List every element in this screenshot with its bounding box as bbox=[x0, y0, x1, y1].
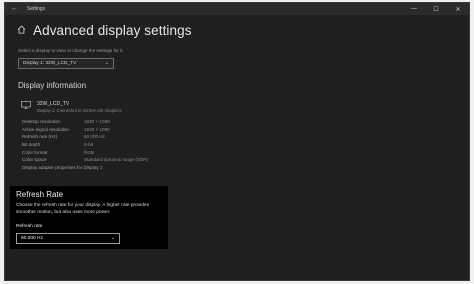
refresh-rate-value: 60.000 Hz bbox=[21, 236, 43, 241]
info-label: Color space bbox=[22, 157, 47, 163]
info-value: 8-bit bbox=[84, 142, 93, 148]
minimize-button[interactable]: — bbox=[403, 3, 425, 15]
window-title: Settings bbox=[27, 6, 46, 12]
display-select-value: Display 1: 32W_LCD_TV bbox=[23, 61, 77, 66]
info-value: 60.000 Hz bbox=[84, 134, 105, 140]
page-title: Advanced display settings bbox=[33, 23, 192, 38]
settings-window: ← Settings — ☐ ✕ Advanced display settin… bbox=[4, 2, 470, 281]
close-button[interactable]: ✕ bbox=[447, 3, 469, 15]
back-button[interactable]: ← bbox=[11, 5, 18, 12]
info-value: Standard dynamic range (SDR) bbox=[84, 157, 149, 163]
refresh-rate-description: Choose the refresh rate for your display… bbox=[16, 203, 149, 215]
info-label: Desktop resolution bbox=[22, 119, 61, 124]
info-value: RGB bbox=[84, 149, 94, 155]
display-information-heading: Display information bbox=[18, 81, 87, 90]
window-controls: — ☐ ✕ bbox=[403, 3, 469, 15]
refresh-rate-title: Refresh Rate bbox=[16, 190, 64, 199]
display-name: 32W_LCD_TV bbox=[37, 101, 70, 107]
monitor-icon bbox=[21, 101, 31, 109]
info-label: Color format bbox=[22, 149, 48, 155]
info-value: 1920 × 1080 bbox=[84, 119, 110, 124]
info-label: Active signal resolution bbox=[22, 126, 69, 132]
display-connection: Display 1: Connected to NVIDIA HD Graphi… bbox=[37, 108, 122, 113]
display-select[interactable]: Display 1: 32W_LCD_TV ⌄ bbox=[18, 58, 114, 69]
adapter-properties-link[interactable]: Display adapter properties for Display 1 bbox=[22, 165, 102, 170]
info-value: 1920 × 1080 bbox=[84, 126, 110, 132]
display-select-caption: Select a display to view or change the s… bbox=[18, 48, 124, 53]
home-icon[interactable] bbox=[17, 25, 26, 34]
refresh-rate-label: Refresh rate bbox=[16, 224, 43, 229]
chevron-down-icon: ⌄ bbox=[104, 60, 109, 66]
info-label: Bit depth bbox=[22, 142, 41, 148]
info-label: Refresh rate (Hz) bbox=[22, 134, 58, 140]
chevron-down-icon: ⌄ bbox=[110, 235, 115, 241]
title-bar: ← Settings — ☐ ✕ bbox=[5, 3, 469, 15]
maximize-button[interactable]: ☐ bbox=[425, 3, 447, 15]
refresh-rate-panel: Refresh Rate Choose the refresh rate for… bbox=[10, 186, 168, 249]
refresh-rate-dropdown[interactable]: 60.000 Hz ⌄ bbox=[16, 233, 120, 244]
